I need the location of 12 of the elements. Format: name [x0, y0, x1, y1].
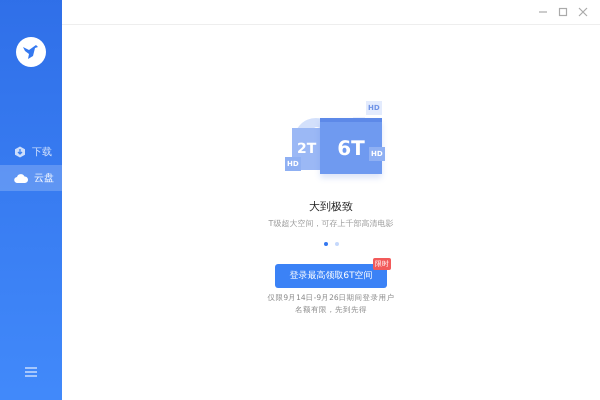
promo-subtitle: T级超大空间，可存上千部高清电影 [268, 218, 394, 229]
sidebar-item[interactable]: 下载 [0, 139, 62, 165]
menu-icon[interactable] [25, 367, 37, 377]
sidebar-item[interactable]: 云盘 [0, 165, 62, 191]
download-icon [14, 146, 26, 158]
close-icon[interactable] [578, 7, 588, 17]
promo-title: 大到极致 [309, 199, 353, 214]
maximize-icon[interactable] [558, 7, 568, 17]
bird-logo-icon [16, 37, 46, 67]
cloud-icon [14, 173, 28, 183]
carousel-dot[interactable] [334, 242, 338, 246]
carousel-dot[interactable] [324, 242, 328, 246]
